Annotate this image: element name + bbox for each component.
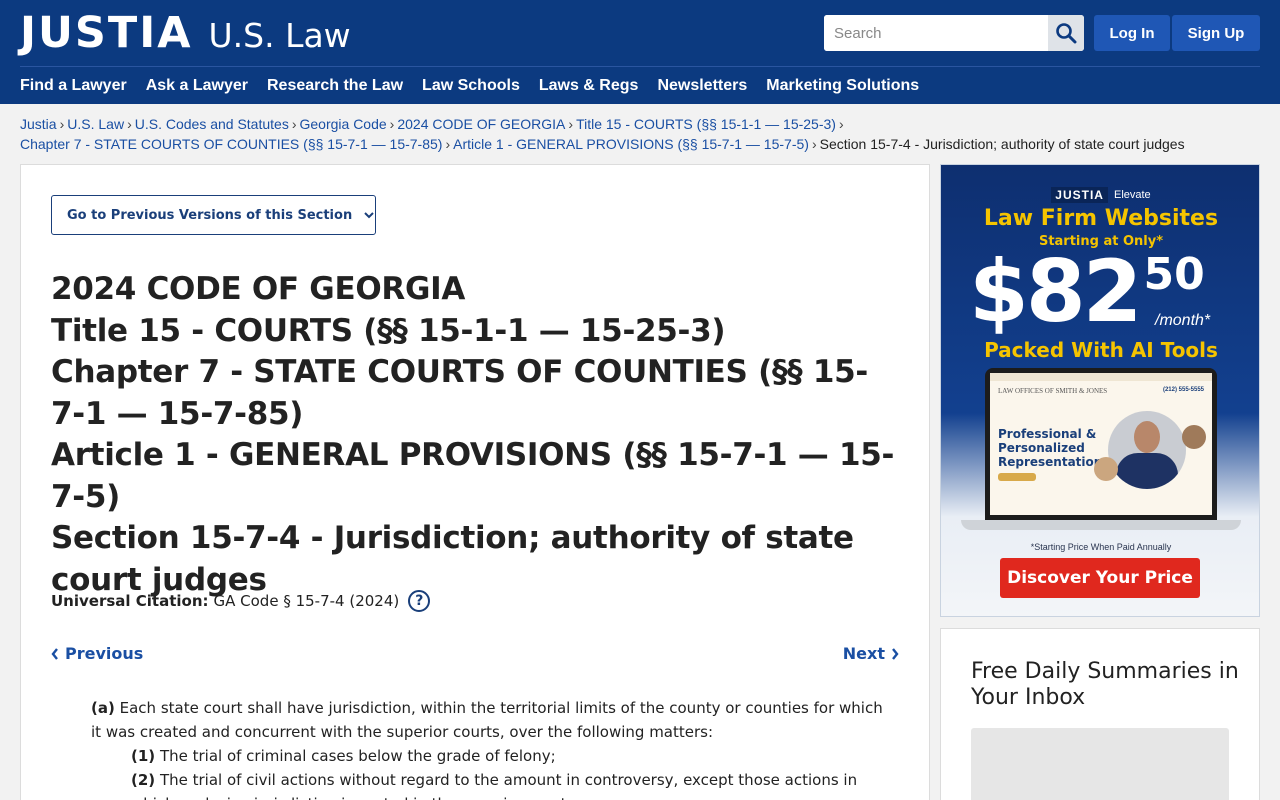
breadcrumb-2024-code[interactable]: 2024 CODE OF GEORGIA	[397, 116, 565, 132]
mock-cta	[998, 473, 1036, 481]
nav-research-the-law[interactable]: Research the Law	[267, 74, 403, 98]
nav-law-schools[interactable]: Law Schools	[422, 74, 520, 98]
login-button[interactable]: Log In	[1094, 15, 1170, 51]
mock-tagline: Professional & Personalized Representati…	[998, 427, 1103, 469]
breadcrumb-title-15[interactable]: Title 15 - COURTS (§§ 15-1-1 — 15-25-3)	[576, 116, 836, 132]
lawyer-photo	[1108, 411, 1186, 489]
ad-brand: JUSTIA Elevate	[941, 187, 1259, 203]
previous-link[interactable]: Previous	[51, 644, 143, 663]
title-article: Article 1 - GENERAL PROVISIONS (§§ 15-7-…	[51, 437, 895, 515]
mock-photo-circle	[1094, 457, 1118, 481]
logo-main-text: JUSTIA	[20, 8, 193, 58]
nav-laws-regs[interactable]: Laws & Regs	[539, 74, 639, 98]
ad-per-month: /month*	[1155, 312, 1211, 329]
nav-ask-a-lawyer[interactable]: Ask a Lawyer	[146, 74, 248, 98]
ad-ai-tools: Packed With AI Tools	[984, 338, 1218, 362]
page-title: 2024 CODE OF GEORGIA Title 15 - COURTS (…	[51, 269, 901, 601]
chevron-down-icon	[364, 211, 374, 218]
ad-brand-tag: JUSTIA	[1051, 187, 1108, 203]
newsletter-title: Free Daily Summaries in Your Inbox	[971, 659, 1239, 710]
citation-value: GA Code § 15-7-4 (2024)	[213, 592, 400, 610]
previous-label: Previous	[65, 644, 144, 663]
breadcrumb-georgia-code[interactable]: Georgia Code	[300, 116, 387, 132]
next-link[interactable]: Next	[843, 644, 899, 663]
newsletter-box: Free Daily Summaries in Your Inbox	[940, 628, 1260, 800]
title-chapter: Chapter 7 - STATE COURTS OF COUNTIES (§§…	[51, 354, 868, 432]
search-button[interactable]	[1048, 15, 1084, 51]
search-input[interactable]	[824, 15, 1048, 51]
title-title: Title 15 - COURTS (§§ 15-1-1 — 15-25-3)	[51, 312, 726, 349]
next-label: Next	[842, 644, 885, 663]
paragraph-a-2: (2) The trial of civil actions without r…	[131, 771, 858, 800]
previous-versions-dropdown[interactable]: Go to Previous Versions of this Section	[51, 195, 376, 235]
paragraph-a: (a) Each state court shall have jurisdic…	[91, 699, 883, 741]
nav-marketing-solutions[interactable]: Marketing Solutions	[766, 74, 919, 98]
breadcrumb-justia[interactable]: Justia	[20, 116, 57, 132]
laptop-base	[961, 520, 1241, 530]
breadcrumb-us-codes[interactable]: U.S. Codes and Statutes	[135, 116, 289, 132]
signup-button[interactable]: Sign Up	[1172, 15, 1260, 51]
citation-label: Universal Citation:	[51, 592, 209, 610]
statute-text: (a) Each state court shall have jurisdic…	[91, 696, 896, 800]
chevron-right-icon	[892, 647, 899, 660]
universal-citation: Universal Citation: GA Code § 15-7-4 (20…	[51, 589, 431, 613]
newsletter-form-area	[971, 728, 1229, 800]
breadcrumb-article-1[interactable]: Article 1 - GENERAL PROVISIONS (§§ 15-7-…	[453, 136, 809, 152]
ad-price-dollars: $82	[969, 242, 1143, 342]
breadcrumb-current: Section 15-7-4 - Jurisdiction; authority…	[819, 136, 1185, 152]
mock-photo-circle	[1182, 425, 1206, 449]
ad-brand-sub: Elevate	[1113, 189, 1151, 201]
chevron-left-icon	[51, 647, 58, 660]
help-icon[interactable]: ?	[408, 590, 431, 612]
previous-versions-label: Go to Previous Versions of this Section	[67, 207, 353, 223]
title-code: 2024 CODE OF GEORGIA	[51, 271, 466, 307]
ad-headline: Law Firm Websites	[983, 206, 1219, 231]
justia-logo[interactable]: JUSTIA U.S. Law	[20, 10, 351, 56]
paragraph-a-1: (1) The trial of criminal cases below th…	[131, 747, 556, 765]
justia-elevate-ad[interactable]: JUSTIA Elevate Law Firm Websites Startin…	[940, 164, 1260, 617]
nav-newsletters[interactable]: Newsletters	[657, 74, 747, 98]
search-icon	[1056, 23, 1077, 44]
site-header: JUSTIA U.S. Law Log In Sign Up Find a La…	[0, 0, 1280, 104]
logo-sub-text: U.S. Law	[208, 16, 351, 55]
nav-find-a-lawyer[interactable]: Find a Lawyer	[20, 74, 127, 98]
laptop-screen: LAW OFFICES OF SMITH & JONES (212) 555-5…	[990, 373, 1212, 515]
discover-price-button[interactable]: Discover Your Price	[1000, 558, 1200, 598]
nav-divider	[20, 66, 1260, 67]
ad-fine-print: *Starting Price When Paid Annually	[1030, 542, 1172, 552]
mock-phone: (212) 555-5555	[1162, 387, 1204, 393]
breadcrumb-us-law[interactable]: U.S. Law	[67, 116, 124, 132]
main-nav: Find a Lawyer Ask a Lawyer Research the …	[20, 74, 919, 98]
laptop-mockup: LAW OFFICES OF SMITH & JONES (212) 555-5…	[985, 368, 1217, 520]
search-box	[824, 15, 1084, 51]
breadcrumb-chapter-7[interactable]: Chapter 7 - STATE COURTS OF COUNTIES (§§…	[20, 136, 442, 152]
breadcrumb: Justia › U.S. Law › U.S. Codes and Statutes ›…	[20, 116, 1185, 152]
mock-firm-name: LAW OFFICES OF SMITH & JONES	[998, 387, 1108, 395]
main-content: Go to Previous Versions of this Section …	[20, 164, 930, 800]
